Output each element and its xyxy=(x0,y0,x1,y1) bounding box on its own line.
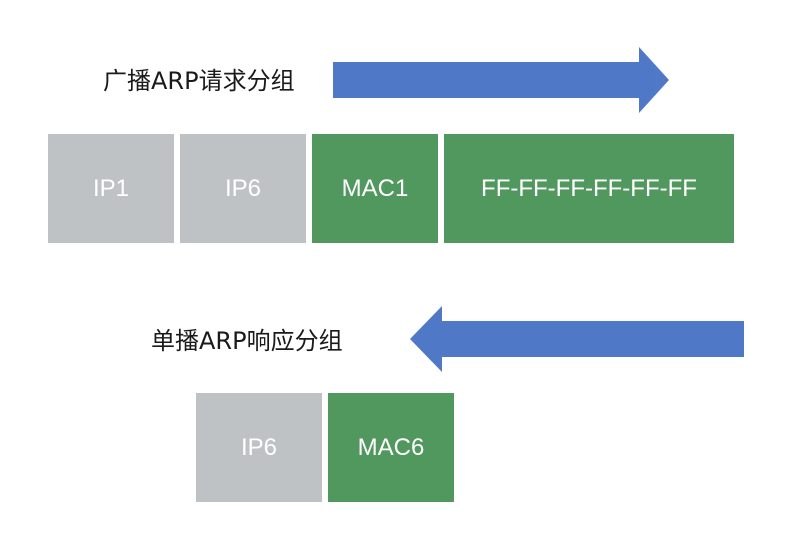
request-field-sender-ip: IP1 xyxy=(48,134,174,243)
request-field-target-ip: IP6 xyxy=(180,134,306,243)
request-label: 广播ARP请求分组 xyxy=(103,67,295,95)
request-field-broadcast-mac: FF-FF-FF-FF-FF-FF xyxy=(444,134,734,243)
request-arrow-right-icon xyxy=(333,47,669,113)
request-field-sender-mac: MAC1 xyxy=(312,134,438,243)
reply-field-sender-ip: IP6 xyxy=(196,393,322,502)
reply-label: 单播ARP响应分组 xyxy=(151,327,343,355)
reply-arrow-left-icon xyxy=(410,306,744,372)
reply-field-sender-mac: MAC6 xyxy=(328,393,454,502)
